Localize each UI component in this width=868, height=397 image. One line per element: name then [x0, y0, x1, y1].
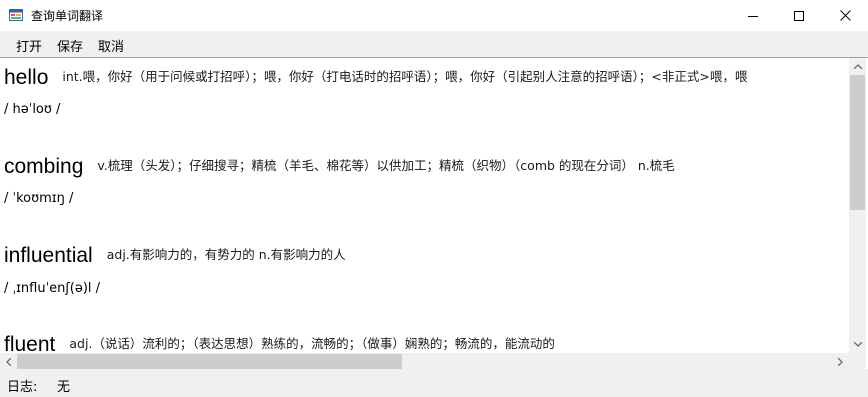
status-value: 无 [57, 380, 71, 395]
word-line: influential adj.有影响力的，有势力的 n.有影响力的人 [4, 244, 346, 268]
translation-textbox[interactable]: hello int.喂，你好（用于问候或打招呼）；喂，你好（打电话时的招呼语）；喂… [0, 57, 868, 369]
scroll-right-button[interactable] [832, 353, 849, 369]
menu-cancel[interactable]: 取消 [98, 36, 124, 55]
close-button[interactable] [822, 0, 868, 31]
status-bar: 日志: 无 [0, 370, 868, 397]
phonetic: / ˌɪnfluˈenʃ(ə)l / [4, 281, 101, 296]
title-bar: 查询单词翻译 [0, 0, 868, 31]
maximize-icon [794, 10, 804, 21]
menu-open[interactable]: 打开 [16, 36, 42, 55]
arrow-left-icon [6, 357, 11, 366]
phonetic: / həˈloʊ / [4, 102, 61, 117]
definition: v.梳理（头发）；仔细搜寻；精梳（羊毛、棉花等）以供加工；精梳（织物）（comb… [97, 158, 675, 173]
word: fluent [4, 333, 56, 353]
close-icon [839, 10, 851, 21]
window-title: 查询单词翻译 [31, 9, 104, 23]
status-label: 日志: [7, 380, 38, 395]
word: combing [4, 155, 84, 178]
arrow-right-icon [838, 357, 843, 366]
app-icon [9, 9, 23, 21]
arrow-down-icon [853, 342, 862, 347]
word-line: combing v.梳理（头发）；仔细搜寻；精梳（羊毛、棉花等）以供加工；精梳（织… [4, 155, 675, 179]
menu-save[interactable]: 保存 [57, 36, 83, 55]
definition: adj.有影响力的，有势力的 n.有影响力的人 [106, 247, 346, 262]
scroll-up-button[interactable] [849, 58, 866, 75]
minimize-icon [748, 15, 758, 17]
word-line: fluent adj.（说话）流利的；（表达思想）熟练的，流畅的；（做事）娴熟的；… [4, 333, 555, 353]
scroll-left-button[interactable] [0, 353, 17, 369]
definition: adj.（说话）流利的；（表达思想）熟练的，流畅的；（做事）娴熟的；畅流的，能流… [69, 336, 555, 351]
menu-bar: 打开 保存 取消 [0, 31, 868, 57]
maximize-button[interactable] [776, 0, 822, 31]
horizontal-scroll-thumb[interactable] [17, 354, 402, 369]
translation-content[interactable]: hello int.喂，你好（用于问候或打招呼）；喂，你好（打电话时的招呼语）；喂… [0, 58, 849, 353]
word: hello [4, 66, 49, 89]
phonetic: / ˈkoʊmɪŋ / [4, 191, 74, 206]
minimize-button[interactable] [730, 0, 776, 31]
definition: int.喂，你好（用于问候或打招呼）；喂，你好（打电话时的招呼语）；喂，你好（引… [62, 69, 748, 84]
horizontal-scrollbar[interactable] [0, 353, 849, 369]
scroll-down-button[interactable] [849, 336, 866, 353]
word: influential [4, 244, 93, 267]
word-line: hello int.喂，你好（用于问候或打招呼）；喂，你好（打电话时的招呼语）；喂… [4, 66, 747, 90]
scroll-corner [849, 353, 866, 369]
vertical-scroll-thumb[interactable] [850, 75, 865, 210]
vertical-scrollbar[interactable] [849, 58, 866, 353]
arrow-up-icon [853, 64, 862, 69]
